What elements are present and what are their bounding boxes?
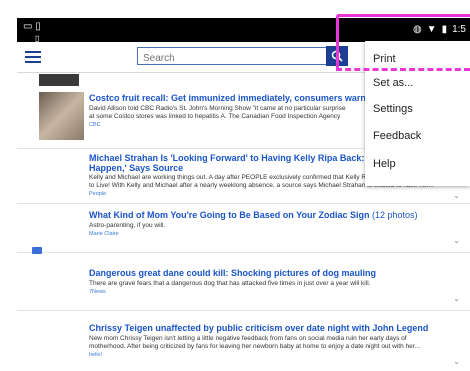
article-desc: New mom Chrissy Teigen isn't letting a l… xyxy=(89,335,407,342)
vibrate-icon: ◍ xyxy=(412,24,422,35)
overflow-menu: Print Set as... Settings Feedback Help xyxy=(365,41,470,186)
menu-item-help[interactable]: Help xyxy=(373,158,396,170)
clock-text: 1:5 xyxy=(452,24,466,35)
annotation-highlight-top xyxy=(336,14,470,17)
message-icon[interactable] xyxy=(32,247,42,254)
annotation-highlight-left xyxy=(336,14,339,70)
article-desc: motherhood. After being criticized by fa… xyxy=(89,343,420,350)
article-desc: Astro-parenting, if you will. xyxy=(89,222,166,229)
search-field[interactable] xyxy=(137,47,327,66)
battery-icon: ▮ xyxy=(441,24,448,35)
article-source[interactable]: People xyxy=(89,191,106,197)
menu-item-feedback[interactable]: Feedback xyxy=(373,130,421,142)
photo-count-badge: (12 photos) xyxy=(372,210,418,220)
partial-thumbnail xyxy=(39,74,79,86)
chevron-down-icon[interactable]: ⌄ xyxy=(453,294,460,303)
article-title[interactable]: Costco fruit recall: Get immunized immed… xyxy=(89,93,376,103)
article-item[interactable]: Chrissy Teigen unaffected by public crit… xyxy=(17,319,470,371)
annotation-highlight-bottom xyxy=(336,68,470,71)
menu-item-print[interactable]: Print xyxy=(373,53,396,65)
article-source[interactable]: CBC xyxy=(89,122,101,128)
status-bar: ▭ ▯ ▯ ◍ ▼ ▮ 1:5 xyxy=(17,18,470,43)
status-icons: ◍ ▼ ▮ 1:5 xyxy=(413,24,466,35)
article-source[interactable]: 7News xyxy=(89,289,106,295)
hamburger-menu-icon[interactable] xyxy=(25,51,41,63)
article-title-line2[interactable]: Happen,' Says Source xyxy=(89,163,183,173)
menu-item-settings[interactable]: Settings xyxy=(373,103,413,115)
menu-item-set-as[interactable]: Set as... xyxy=(373,77,413,89)
article-desc: David Allison told CBC Radio's St. John'… xyxy=(89,105,346,112)
chevron-down-icon[interactable]: ⌄ xyxy=(453,357,460,366)
article-title[interactable]: Chrissy Teigen unaffected by public crit… xyxy=(89,323,428,333)
article-item[interactable]: What Kind of Mom You're Going to Be Base… xyxy=(17,204,470,253)
notification-icon: ▭ ▯ xyxy=(23,21,41,32)
chevron-down-icon[interactable]: ⌄ xyxy=(453,191,460,200)
search-input[interactable] xyxy=(138,51,326,66)
article-title-text: What Kind of Mom You're Going to Be Base… xyxy=(89,210,370,220)
article-item[interactable]: Dangerous great dane could kill: Shockin… xyxy=(17,262,470,311)
article-title[interactable]: Dangerous great dane could kill: Shockin… xyxy=(89,268,376,278)
chevron-down-icon[interactable]: ⌄ xyxy=(453,236,460,245)
article-title[interactable]: What Kind of Mom You're Going to Be Base… xyxy=(89,210,418,220)
article-source[interactable]: Marie Claire xyxy=(89,231,119,237)
article-source[interactable]: hello! xyxy=(89,352,102,358)
article-desc: There are grave fears that a dangerous d… xyxy=(89,280,371,287)
article-photo xyxy=(39,92,84,140)
article-desc: at some Costco stores was linked to hepa… xyxy=(89,113,341,120)
wifi-icon: ▼ xyxy=(426,24,437,35)
